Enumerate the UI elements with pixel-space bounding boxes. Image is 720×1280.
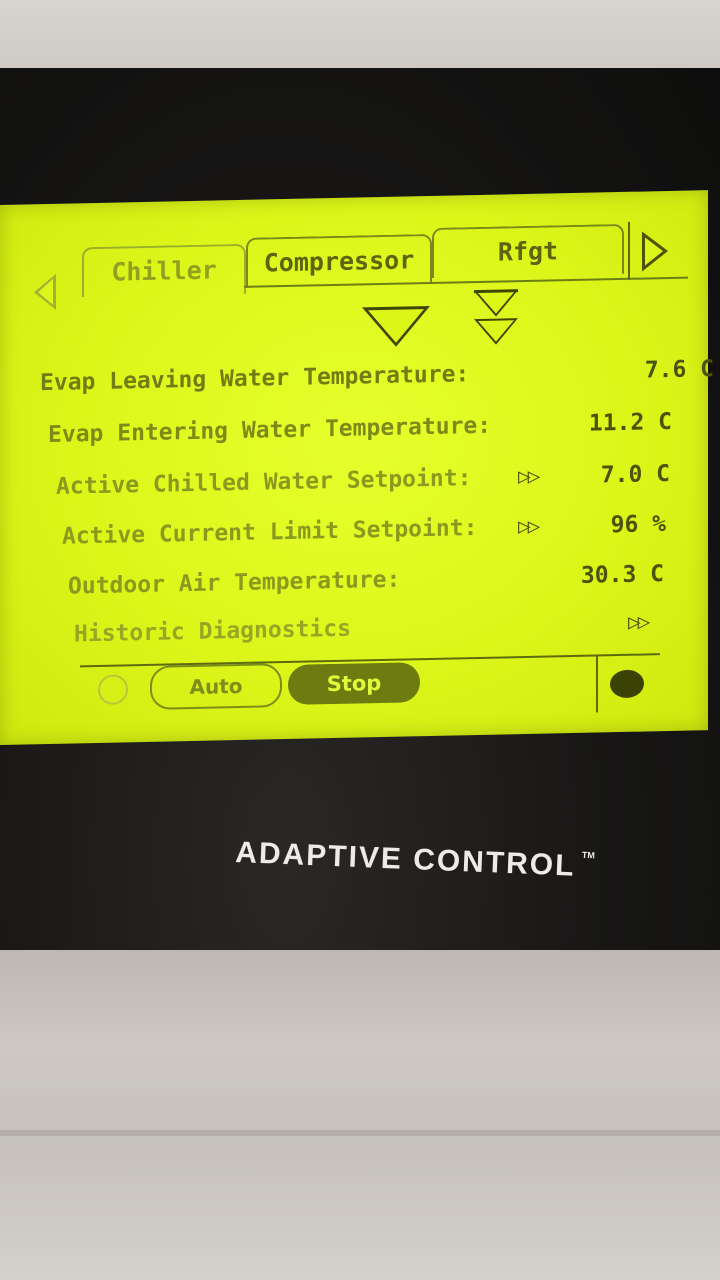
lcd-screen: Chiller Compressor Rfgt Evap Leaving Wat…	[0, 190, 714, 746]
nav-left-icon-inner	[38, 278, 53, 306]
scroll-down-icon-inner	[368, 309, 424, 344]
row-label: Active Current Limit Setpoint:	[62, 514, 478, 550]
nav-right-icon-inner	[645, 237, 663, 266]
stop-indicator-icon	[610, 669, 644, 699]
page-down-icon-inner-top	[478, 292, 514, 314]
trademark: TM	[581, 849, 596, 861]
row-value: 7.0 C	[600, 460, 670, 489]
tab-compressor[interactable]: Compressor	[246, 233, 432, 288]
double-triangle-right-icon[interactable]: ▷▷	[628, 609, 647, 633]
row-historic-diagnostics[interactable]: Historic Diagnostics ▷▷	[74, 609, 647, 725]
page-down-icon-inner-bottom	[478, 320, 514, 342]
row-value: 7.6 C	[644, 356, 714, 384]
footer-vertical-divider	[596, 654, 598, 713]
wall-seam	[0, 1130, 720, 1136]
row-label: Outdoor Air Temperature:	[68, 566, 401, 600]
row-value: 96 %	[610, 511, 666, 539]
tab-chiller[interactable]: Chiller	[82, 243, 246, 298]
row-value: 11.2 C	[588, 408, 672, 437]
row-label: Evap Entering Water Temperature:	[48, 412, 492, 448]
auto-button[interactable]: Auto	[150, 663, 282, 710]
row-value: 30.3 C	[580, 561, 664, 589]
double-triangle-right-icon[interactable]: ▷▷	[518, 464, 537, 488]
row-label: Historic Diagnostics	[74, 615, 351, 648]
stop-button[interactable]: Stop	[288, 662, 420, 705]
row-label: Active Chilled Water Setpoint:	[56, 465, 472, 500]
wall-bottom	[0, 950, 720, 1280]
row-label: Evap Leaving Water Temperature:	[40, 361, 470, 397]
double-triangle-right-icon[interactable]: ▷▷	[518, 514, 537, 538]
tab-rfgt[interactable]: Rfgt	[432, 223, 624, 278]
